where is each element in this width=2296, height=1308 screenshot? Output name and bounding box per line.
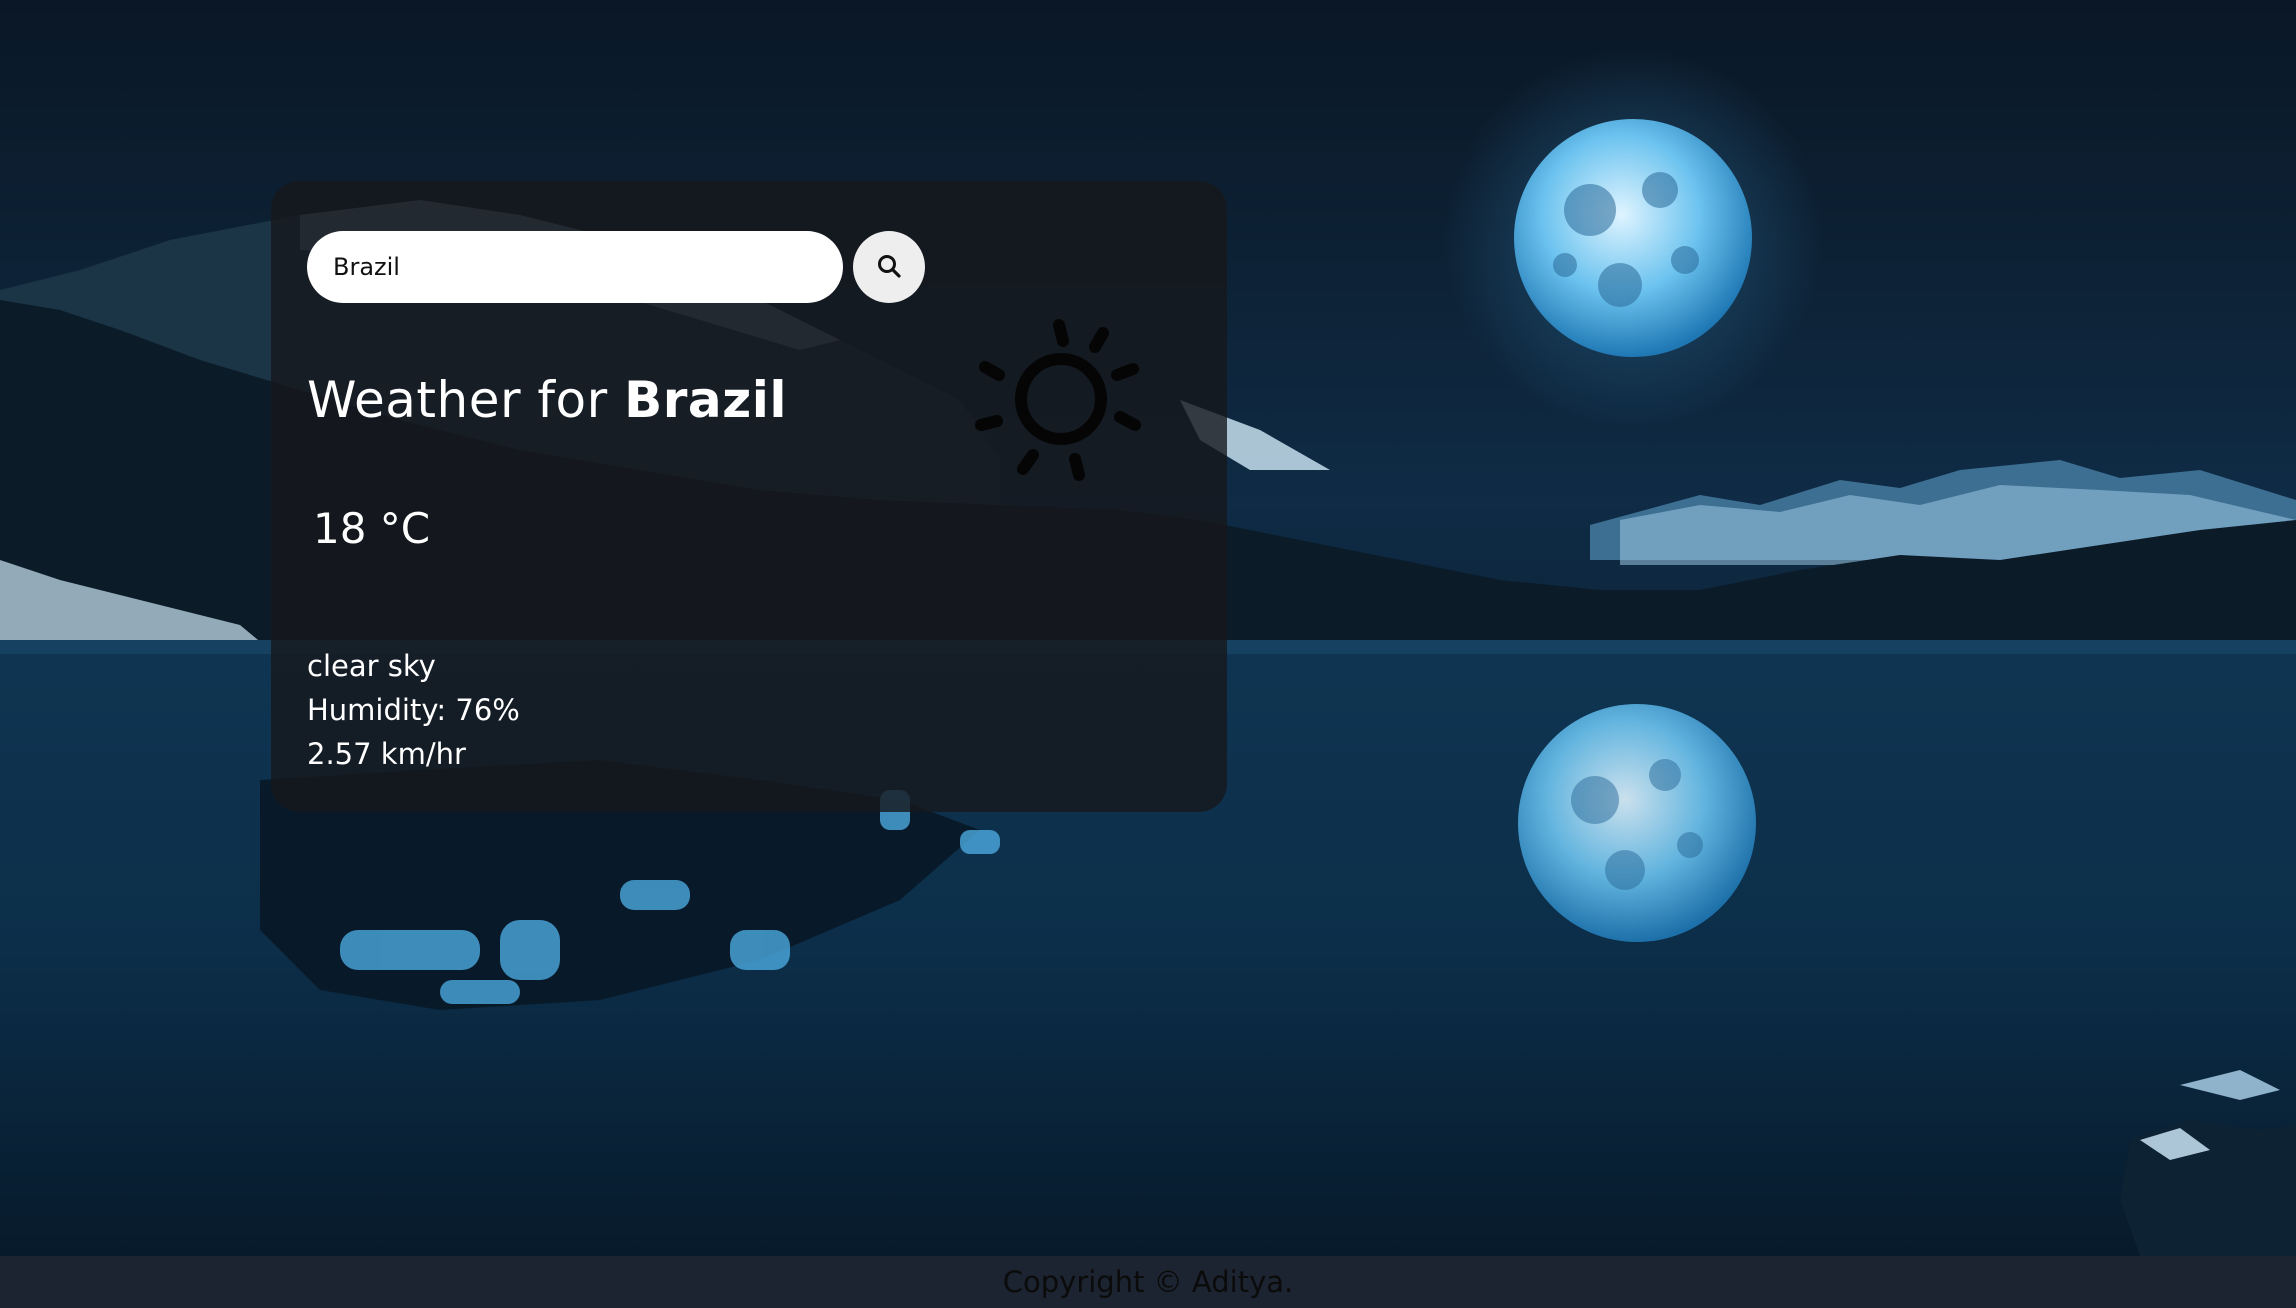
weather-details: clear sky Humidity: 76% 2.57 km/hr [307,644,520,776]
humidity: Humidity: 76% [307,693,520,727]
search-input[interactable] [307,231,843,303]
weather-description: clear sky [307,649,436,683]
temperature: 18 °C [313,504,431,553]
sun-icon [969,307,1153,495]
weather-card: Weather for Brazil 18 °C clear sky Humid… [271,181,1227,812]
city-name: Brazil [624,371,787,429]
search-icon [876,253,902,282]
title-prefix: Weather for [307,371,608,429]
search-bar [307,231,925,303]
copyright-text: Copyright © Aditya. [1002,1265,1294,1299]
footer: Copyright © Aditya. [0,1256,2296,1308]
weather-title: Weather for Brazil [307,371,787,429]
search-button[interactable] [853,231,925,303]
wind-speed: 2.57 km/hr [307,737,466,771]
